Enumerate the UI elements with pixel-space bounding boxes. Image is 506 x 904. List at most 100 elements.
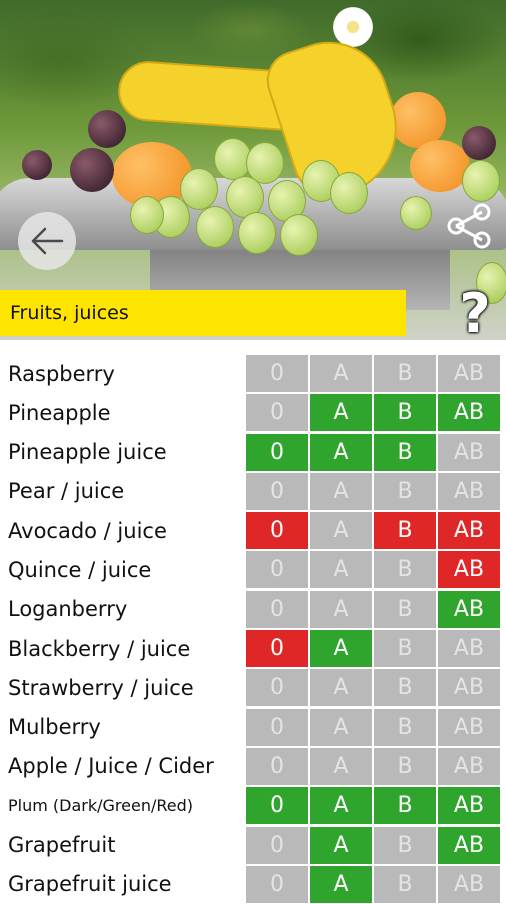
blood-type-cell-a-neutral: A [310,551,372,589]
blood-type-cell-b-green: B [374,394,436,432]
food-name: Quince / juice [8,557,152,582]
blood-type-cell-ab-red: AB [438,551,500,589]
blood-type-cell-o-neutral: 0 [246,669,308,707]
blood-type-cell-b-neutral: B [374,747,436,785]
table-row[interactable]: Quince / juice 0 A B AB [0,550,506,589]
table-row[interactable]: Grapefruit 0 A B AB [0,826,506,865]
food-name: Pineapple juice [8,440,167,465]
blood-type-cell-o-neutral: 0 [246,394,308,432]
blood-type-cell-o-neutral: 0 [246,826,308,864]
blood-type-cell-o-neutral: 0 [246,590,308,628]
blood-type-cell-ab-neutral: AB [438,865,500,903]
food-name: Blackberry / juice [8,636,191,661]
blood-type-cell-b-neutral: B [374,708,436,746]
blood-type-cell-o-red: 0 [246,630,308,668]
blood-type-cell-a-green: A [310,787,372,825]
food-name: Raspberry [8,361,115,386]
table-row[interactable]: Avocado / juice 0 A B AB [0,511,506,550]
food-name: Avocado / juice [8,518,167,543]
blood-type-cell-o-green: 0 [246,433,308,471]
blood-type-cell-b-neutral: B [374,472,436,510]
blood-type-cell-a-green: A [310,865,372,903]
blood-type-cell-o-neutral: 0 [246,747,308,785]
compatibility-table: Raspberry 0 A B AB Pineapple 0 A B AB Pineapple ju… [0,354,506,904]
back-button[interactable] [18,212,76,270]
blood-type-cell-a-neutral: A [310,708,372,746]
blood-type-cell-ab-green: AB [438,826,500,864]
blood-type-cell-a-neutral: A [310,472,372,510]
apricot-fruit [410,140,470,192]
food-name: Grapefruit [8,833,116,858]
table-row[interactable]: Loganberry 0 A B AB [0,590,506,629]
blood-type-cell-ab-neutral: AB [438,747,500,785]
blood-type-cell-b-green: B [374,433,436,471]
arrow-left-icon [31,227,64,255]
table-row[interactable]: Pear / juice 0 A B AB [0,472,506,511]
green-grape [196,206,234,248]
food-name: Pineapple [8,400,111,425]
category-title: Fruits, juices [0,290,406,336]
food-name: Apple / Juice / Cider [8,754,214,779]
table-row[interactable]: Mulberry 0 A B AB [0,708,506,747]
food-name: Grapefruit juice [8,872,172,897]
blood-type-cell-a-neutral: A [310,355,372,392]
table-row[interactable]: Strawberry / juice 0 A B AB [0,668,506,707]
blood-type-cell-o-neutral: 0 [246,551,308,589]
blood-type-cell-ab-neutral: AB [438,708,500,746]
blood-type-cell-ab-red: AB [438,512,500,550]
green-grape [280,214,318,256]
blood-type-cell-a-neutral: A [310,590,372,628]
blood-type-cell-ab-green: AB [438,787,500,825]
blood-type-cell-a-green: A [310,630,372,668]
share-button[interactable] [442,198,498,254]
blood-type-cell-o-neutral: 0 [246,355,308,392]
blood-type-cell-ab-green: AB [438,590,500,628]
blood-type-cell-b-neutral: B [374,826,436,864]
blood-type-cell-a-neutral: A [310,747,372,785]
green-grape [462,160,500,202]
blood-type-cell-o-neutral: 0 [246,865,308,903]
table-row[interactable]: Apple / Juice / Cider 0 A B AB [0,747,506,786]
table-row[interactable]: Pineapple juice 0 A B AB [0,433,506,472]
table-row[interactable]: Blackberry / juice 0 A B AB [0,629,506,668]
blood-type-cell-b-red: B [374,512,436,550]
blood-type-cell-a-green: A [310,394,372,432]
blood-type-cell-a-green: A [310,433,372,471]
green-grape [238,212,276,254]
blood-type-cell-ab-neutral: AB [438,472,500,510]
dark-grape [462,126,496,160]
blood-type-cell-a-green: A [310,826,372,864]
blood-type-cell-b-neutral: B [374,669,436,707]
blood-type-cell-b-neutral: B [374,551,436,589]
food-name: Strawberry / juice [8,675,194,700]
blood-type-cell-b-green: B [374,787,436,825]
blood-type-cell-o-red: 0 [246,512,308,550]
blood-type-cell-ab-green: AB [438,394,500,432]
food-name: Pear / juice [8,479,125,504]
blood-type-cell-b-neutral: B [374,590,436,628]
blood-type-cell-o-neutral: 0 [246,708,308,746]
green-grape [400,196,432,230]
table-row[interactable]: Pineapple 0 A B AB [0,393,506,432]
table-row[interactable]: Grapefruit juice 0 A B AB [0,865,506,904]
blood-type-cell-ab-neutral: AB [438,433,500,471]
blood-type-cell-b-neutral: B [374,355,436,392]
dark-grape [88,110,126,148]
dark-grape [70,148,114,192]
blood-type-cell-b-neutral: B [374,865,436,903]
food-name: Loganberry [8,597,128,622]
header-photo [0,0,506,340]
blood-type-cell-o-green: 0 [246,787,308,825]
blood-type-cell-ab-neutral: AB [438,355,500,392]
blood-type-cell-b-neutral: B [374,630,436,668]
blood-type-cell-a-neutral: A [310,669,372,707]
blood-type-cell-ab-neutral: AB [438,630,500,668]
table-row[interactable]: Plum (Dark/Green/Red) 0 A B AB [0,786,506,825]
blood-type-cell-o-neutral: 0 [246,472,308,510]
blood-type-cell-ab-neutral: AB [438,669,500,707]
blood-type-cell-a-neutral: A [310,512,372,550]
help-button[interactable]: ? [448,282,502,345]
share-icon [447,203,491,249]
table-row[interactable]: Raspberry 0 A B AB [0,354,506,393]
green-grape [130,196,164,234]
